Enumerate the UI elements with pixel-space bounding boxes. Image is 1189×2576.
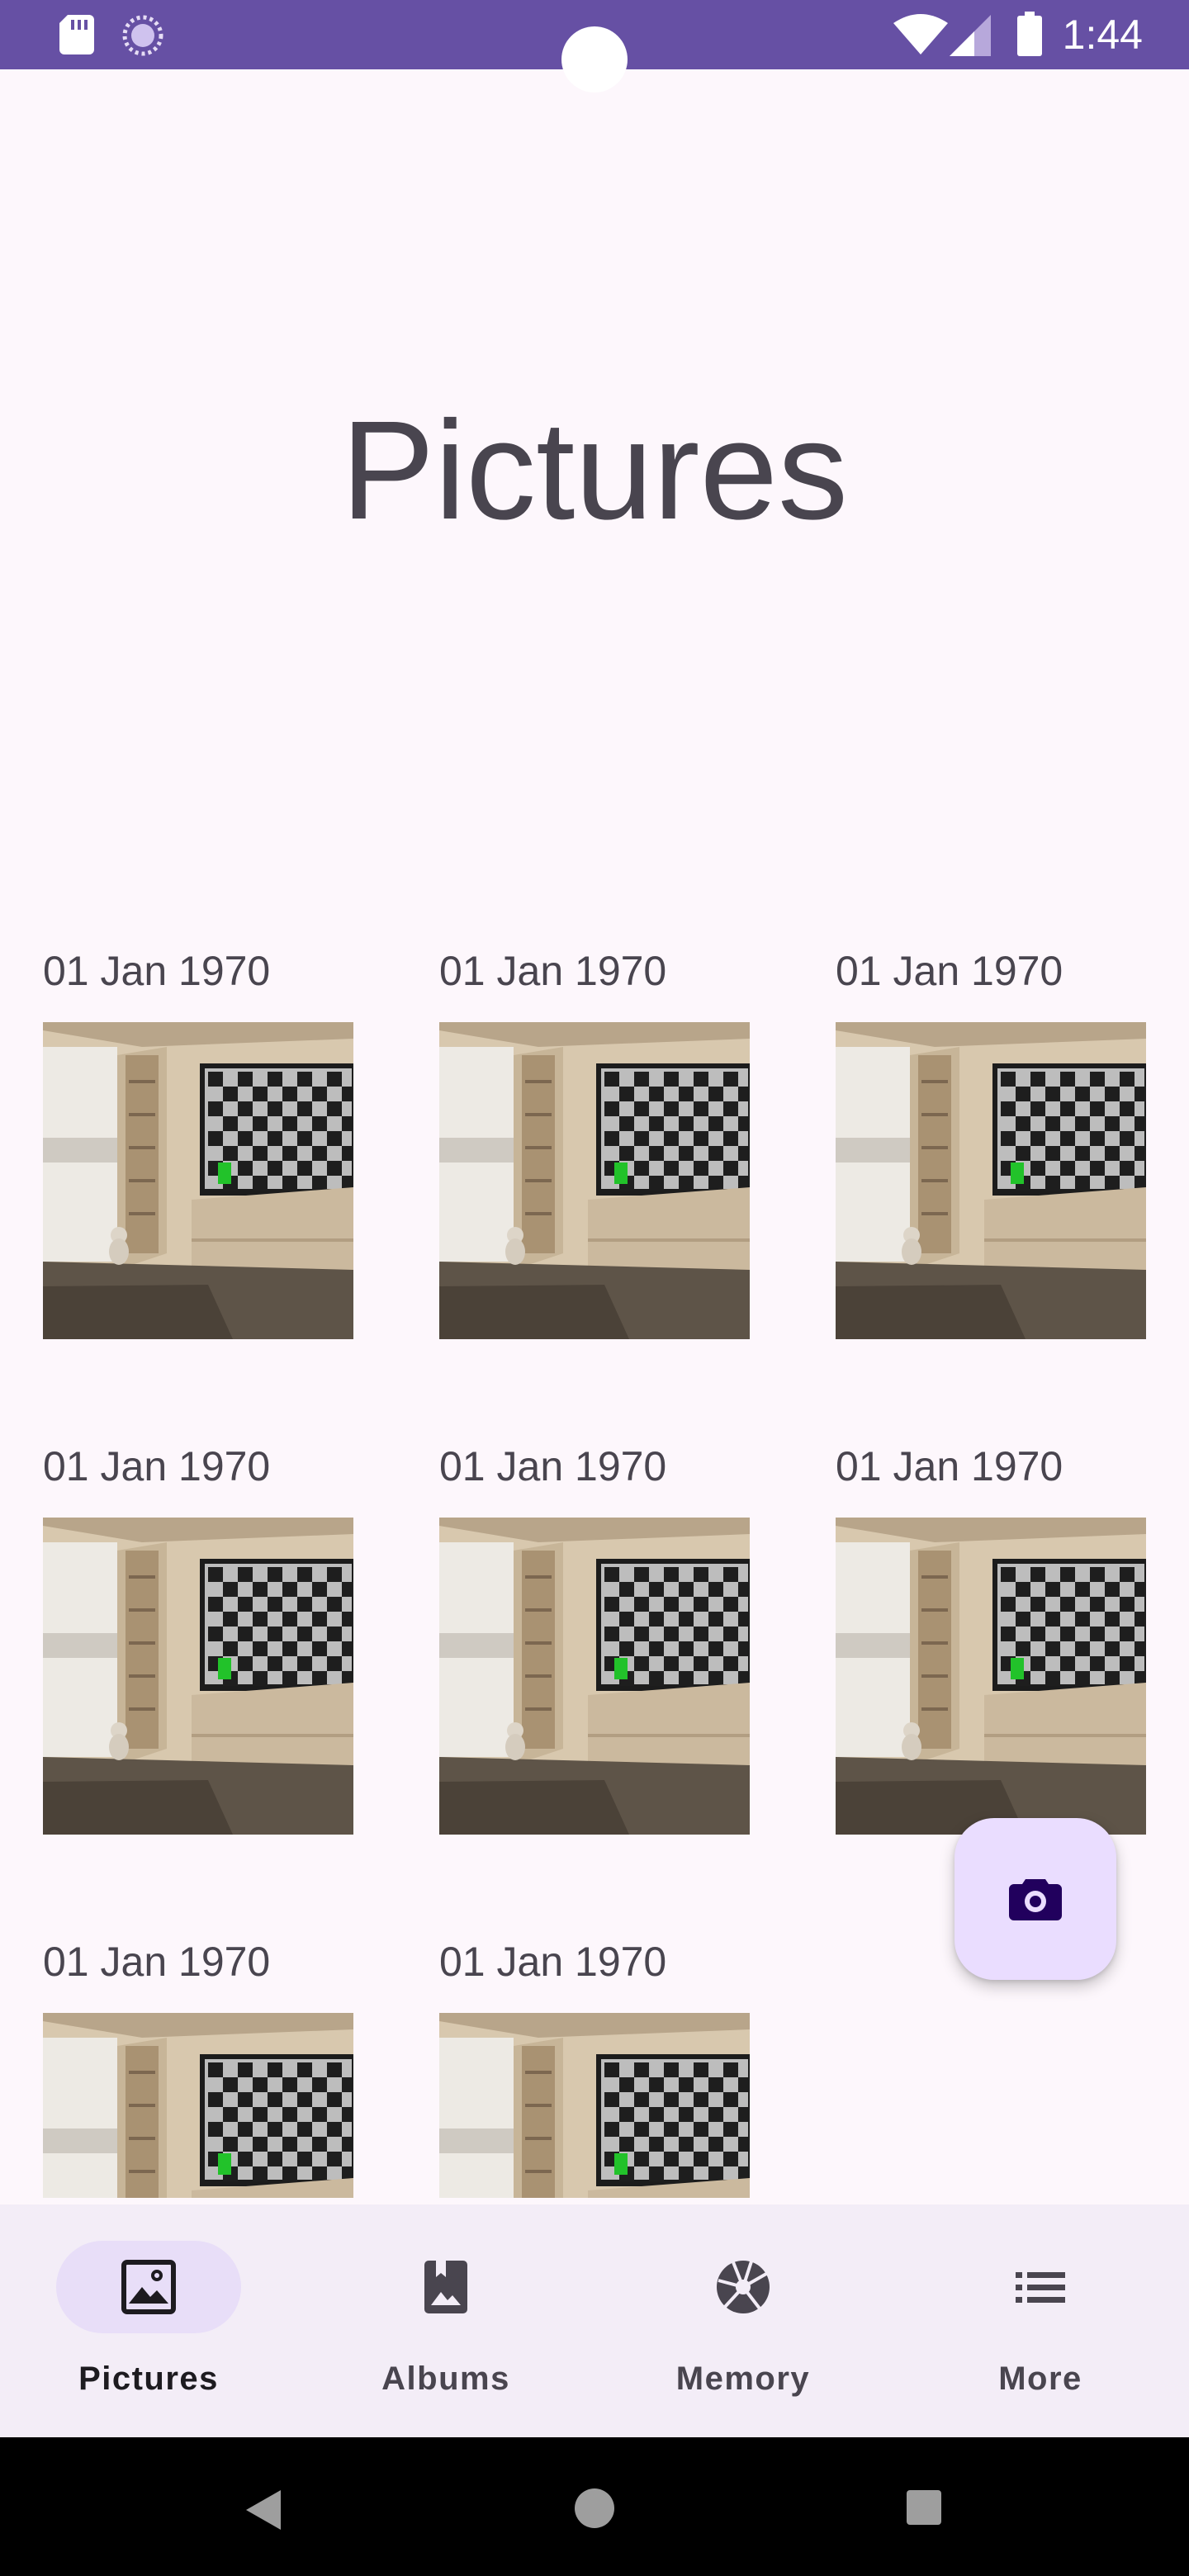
photo-card[interactable]: 01 Jan 1970 [43, 1937, 353, 2198]
photo-date: 01 Jan 1970 [43, 948, 271, 994]
photo-date: 01 Jan 1970 [439, 1939, 667, 1985]
photo-card[interactable]: 01 Jan 1970 [439, 946, 750, 1339]
list-icon [1016, 2272, 1065, 2303]
home-icon[interactable] [573, 2487, 616, 2530]
nav-label: Memory [675, 2361, 811, 2397]
photo-date: 01 Jan 1970 [836, 948, 1063, 994]
recents-icon[interactable] [905, 2488, 943, 2526]
nav-label: Albums [381, 2361, 510, 2397]
photo-card[interactable]: 01 Jan 1970 [43, 946, 353, 1339]
photo-card[interactable]: 01 Jan 1970 [439, 1937, 750, 2198]
image-icon [121, 2260, 176, 2314]
photo-date: 01 Jan 1970 [43, 1939, 271, 1985]
nav-label: More [998, 2361, 1082, 2397]
photo-date: 01 Jan 1970 [439, 948, 667, 994]
photo-card[interactable]: 01 Jan 1970 [43, 1442, 353, 1835]
photo-thumbnail[interactable] [439, 2013, 750, 2198]
back-icon[interactable] [243, 2487, 284, 2533]
photo-date: 01 Jan 1970 [439, 1443, 667, 1489]
nav-label: Pictures [78, 2361, 219, 2397]
photo-date: 01 Jan 1970 [836, 1443, 1063, 1489]
photo-card[interactable]: 01 Jan 1970 [836, 1442, 1146, 1835]
photo-date: 01 Jan 1970 [43, 1443, 271, 1489]
camera-icon [1009, 1879, 1062, 1920]
photo-card[interactable]: 01 Jan 1970 [836, 946, 1146, 1339]
photo-thumbnail[interactable] [43, 1022, 353, 1339]
nav-item-pictures[interactable]: Pictures [0, 2204, 297, 2437]
nav-item-albums[interactable]: Albums [297, 2204, 594, 2437]
album-icon [424, 2261, 467, 2313]
aperture-icon [717, 2261, 770, 2313]
system-navigation-bar [0, 2437, 1189, 2576]
photo-thumbnail[interactable] [836, 1022, 1146, 1339]
photo-thumbnail[interactable] [836, 1518, 1146, 1835]
photo-thumbnail[interactable] [43, 1518, 353, 1835]
photo-thumbnail[interactable] [43, 2013, 353, 2198]
photo-thumbnail[interactable] [439, 1022, 750, 1339]
bottom-navigation: Pictures Albums Memory More [0, 2204, 1189, 2437]
camera-fab-button[interactable] [955, 1818, 1116, 1980]
nav-item-memory[interactable]: Memory [594, 2204, 892, 2437]
photo-thumbnail[interactable] [439, 1518, 750, 1835]
photo-card[interactable]: 01 Jan 1970 [439, 1442, 750, 1835]
nav-item-more[interactable]: More [892, 2204, 1189, 2437]
